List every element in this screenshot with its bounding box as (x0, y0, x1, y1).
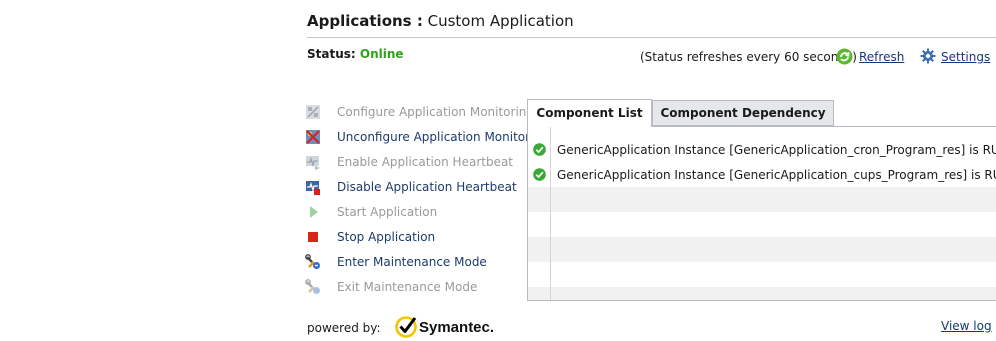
component-status-text: GenericApplication Instance [GenericAppl… (557, 143, 996, 157)
action-label: Stop Application (337, 230, 436, 244)
empty-row (528, 187, 996, 212)
empty-row (528, 287, 996, 300)
component-list-panel: GenericApplication Instance [GenericAppl… (527, 126, 996, 301)
symantec-check-icon (395, 316, 417, 338)
status-ok-icon (533, 168, 546, 181)
symantec-wordmark: Symantec. (419, 319, 495, 336)
row-gutter (528, 262, 551, 287)
heartbeat-enable-icon (306, 156, 320, 170)
page-title-app-name: Custom Application (427, 12, 574, 30)
status-ok-icon (533, 143, 546, 156)
stop-icon (308, 232, 318, 242)
configure-icon (306, 105, 320, 119)
row-gutter (528, 137, 551, 162)
action-label: Enter Maintenance Mode (337, 255, 487, 269)
component-row[interactable]: GenericApplication Instance [GenericAppl… (528, 137, 996, 162)
row-gutter (528, 212, 551, 237)
component-row[interactable]: GenericApplication Instance [GenericAppl… (528, 162, 996, 187)
play-icon (310, 206, 318, 218)
row-gutter (528, 127, 551, 137)
action-label: Exit Maintenance Mode (337, 280, 478, 294)
settings-link[interactable]: Settings (941, 50, 990, 64)
row-gutter (528, 187, 551, 212)
tab-component-list[interactable]: Component List (527, 99, 652, 127)
heartbeat-disable-icon (306, 181, 320, 195)
refresh-icon[interactable] (836, 48, 853, 65)
unconfigure-icon (306, 130, 320, 144)
empty-row (528, 262, 996, 287)
symantec-logo: Symantec. (394, 314, 494, 340)
status-indicator: Status: Online (307, 47, 404, 61)
status-value: Online (359, 47, 404, 61)
status-label: Status: (307, 47, 356, 61)
tab-component-dependency[interactable]: Component Dependency (652, 100, 834, 126)
header-divider (307, 37, 996, 38)
maintenance-exit-icon (305, 279, 320, 294)
powered-by-label: powered by: (307, 321, 381, 335)
action-label: Configure Application Monitoring (337, 105, 535, 119)
action-label: Unconfigure Application Monitoring (337, 130, 549, 144)
view-log-link[interactable]: View log (941, 319, 992, 333)
row-gutter (528, 162, 551, 187)
row-gutter (528, 237, 551, 262)
empty-row (528, 212, 996, 237)
page-title: Applications : Custom Application (307, 12, 574, 30)
refresh-link[interactable]: Refresh (859, 50, 904, 64)
row-gutter (528, 287, 551, 300)
action-label: Start Application (337, 205, 438, 219)
action-label: Enable Application Heartbeat (337, 155, 514, 169)
page-title-section: Applications : (307, 12, 423, 30)
empty-row (528, 237, 996, 262)
refresh-interval-note: (Status refreshes every 60 seconds) (640, 50, 857, 64)
action-label: Disable Application Heartbeat (337, 180, 517, 194)
maintenance-enter-icon (305, 254, 320, 269)
gear-icon[interactable] (920, 48, 936, 64)
empty-row (528, 127, 996, 137)
component-status-text: GenericApplication Instance [GenericAppl… (557, 168, 996, 182)
